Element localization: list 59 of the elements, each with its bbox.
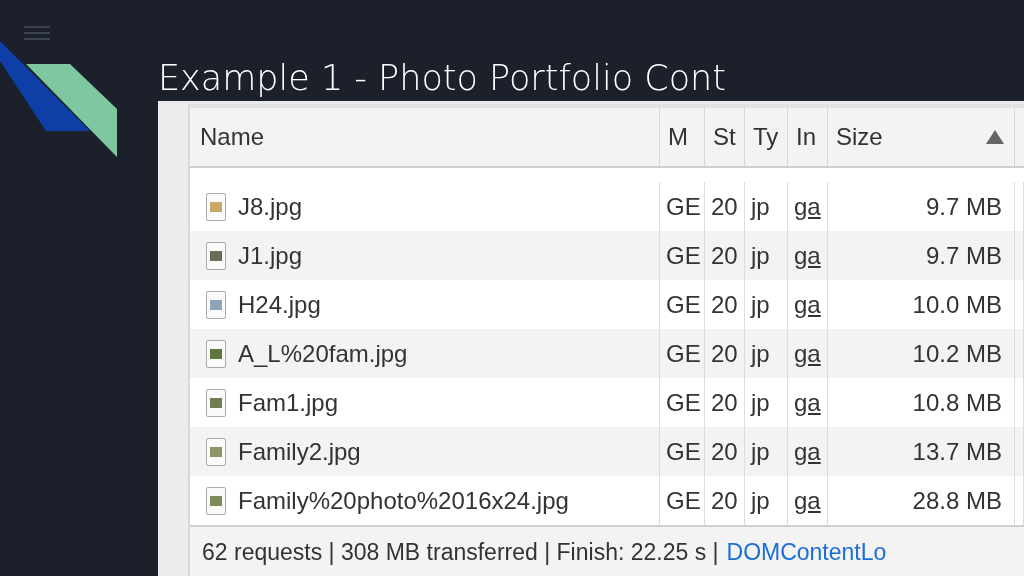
table-cell: GE (666, 339, 701, 368)
initiator-link[interactable]: ga (794, 437, 821, 466)
table-cell: jp (751, 241, 770, 270)
file-name[interactable]: J8.jpg (238, 192, 303, 221)
initiator-link[interactable]: ga (794, 339, 821, 368)
column-header[interactable]: M (660, 108, 705, 166)
slide-title: Example 1 - Photo Portfolio Cont (158, 57, 727, 100)
file-name[interactable]: J1.jpg (238, 241, 303, 270)
status-summary: 62 requests | 308 MB transferred | Finish: 22.25 s | (202, 538, 719, 566)
initiator-link[interactable]: ga (794, 486, 821, 515)
menu-icon[interactable] (24, 25, 50, 41)
table-cell: jp (751, 486, 770, 515)
initiator-link[interactable]: ga (794, 290, 821, 319)
table-cell: GE (666, 290, 701, 319)
image-file-icon (206, 339, 226, 368)
image-file-icon (206, 437, 226, 466)
table-cell: 13.7 MB (912, 437, 1002, 466)
image-file-icon (206, 486, 226, 515)
table-cell: 20 (711, 192, 738, 221)
image-file-icon (206, 192, 226, 221)
file-name[interactable]: A_L%20fam.jpg (238, 339, 408, 368)
table-cell: jp (751, 339, 770, 368)
table-cell: jp (751, 192, 770, 221)
initiator-link[interactable]: ga (794, 388, 821, 417)
table-cell: 10.0 MB (912, 290, 1002, 319)
table-cell: 20 (711, 241, 738, 270)
image-file-icon (206, 241, 226, 270)
image-file-icon (206, 290, 226, 319)
domcontentloaded-link[interactable]: DOMContentLo (726, 538, 887, 566)
table-cell: 20 (711, 486, 738, 515)
column-header[interactable]: St (705, 108, 745, 166)
column-header[interactable]: Size (828, 108, 1015, 166)
table-cell: 9.7 MB (925, 192, 1002, 221)
file-name[interactable]: Family%20photo%2016x24.jpg (238, 486, 569, 515)
table-cell: GE (666, 486, 701, 515)
table-cell: 20 (711, 290, 738, 319)
column-header[interactable]: In (788, 108, 828, 166)
table-cell: jp (751, 388, 770, 417)
table-cell: 20 (711, 437, 738, 466)
table-cell: GE (666, 192, 701, 221)
initiator-link[interactable]: ga (794, 192, 821, 221)
column-header[interactable]: Name (190, 108, 660, 166)
table-cell: 10.8 MB (912, 388, 1002, 417)
table-cell: jp (751, 290, 770, 319)
table-cell: GE (666, 437, 701, 466)
column-header[interactable]: Ty (745, 108, 788, 166)
table-cell: 10.2 MB (912, 339, 1002, 368)
table-cell: GE (666, 241, 701, 270)
table-cell: 28.8 MB (912, 486, 1002, 515)
initiator-link[interactable]: ga (794, 241, 821, 270)
table-cell: jp (751, 437, 770, 466)
table-cell: GE (666, 388, 701, 417)
file-name[interactable]: Family2.jpg (238, 437, 361, 466)
file-name[interactable]: Fam1.jpg (238, 388, 339, 417)
file-name[interactable]: H24.jpg (238, 290, 321, 319)
table-cell: 20 (711, 388, 738, 417)
table-cell: 9.7 MB (925, 241, 1002, 270)
image-file-icon (206, 388, 226, 417)
table-cell: 20 (711, 339, 738, 368)
